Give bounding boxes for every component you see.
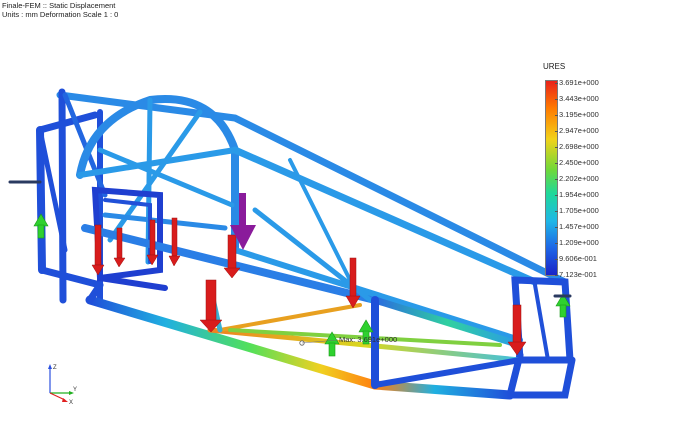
axis-x-label: X <box>69 400 73 405</box>
legend-tick: 2.947e+000 <box>555 126 599 135</box>
legend-tick: 1.457e+000 <box>555 222 599 231</box>
legend-tick: 2.698e+000 <box>555 142 599 151</box>
legend-tick: 1.954e+000 <box>555 190 599 199</box>
legend-tick: 3.443e+000 <box>555 94 599 103</box>
legend-tick: 2.450e+000 <box>555 158 599 167</box>
legend-title: URES <box>543 62 566 71</box>
legend-tick: 1.209e+000 <box>555 238 599 247</box>
legend-tick: 2.202e+000 <box>555 174 599 183</box>
fixture-arrow-icon <box>33 213 49 239</box>
legend-tick: 3.195e+000 <box>555 110 599 119</box>
axis-z-label: Z <box>53 365 57 371</box>
ures-legend: URES 3.691e+000 3.443e+000 3.195e+000 2.… <box>538 62 618 282</box>
load-arrow-icon <box>507 304 527 356</box>
axis-triad-icon: Z Y X <box>48 364 77 405</box>
legend-tick: 1.705e+000 <box>555 206 599 215</box>
legend-tick: 3.691e+000 <box>555 78 599 87</box>
color-scale-bar <box>545 80 558 276</box>
legend-tick: 7.123e-001 <box>555 270 597 279</box>
legend-tick: 9.606e-001 <box>555 254 597 263</box>
floor-members <box>85 281 523 400</box>
axis-y-label: Y <box>73 387 77 393</box>
max-probe-label: Max: 3.691e+000 <box>339 335 398 344</box>
